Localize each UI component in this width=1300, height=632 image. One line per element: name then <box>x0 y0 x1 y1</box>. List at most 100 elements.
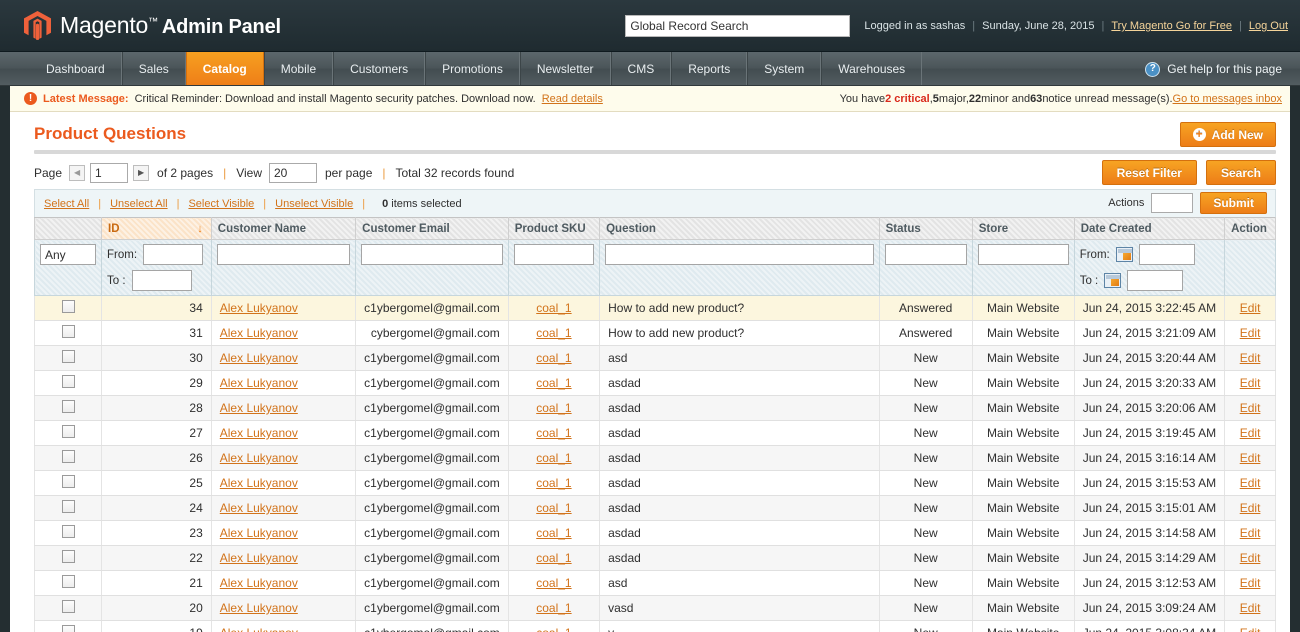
nav-item-reports[interactable]: Reports <box>671 52 748 85</box>
column-header-checkbox[interactable] <box>34 217 102 240</box>
column-header-customer-name[interactable]: Customer Name <box>210 217 357 240</box>
table-row[interactable]: 24 Alex Lukyanov c1ybergomel@gmail.com coal… <box>34 495 1276 521</box>
customer-name-link[interactable]: Alex Lukyanov <box>220 401 298 415</box>
row-checkbox[interactable] <box>61 600 75 613</box>
table-row[interactable]: 21 Alex Lukyanov c1ybergomel@gmail.com coal… <box>34 570 1276 596</box>
table-row[interactable]: 20 Alex Lukyanov c1ybergomel@gmail.com coal… <box>34 595 1276 621</box>
row-checkbox[interactable] <box>61 425 75 438</box>
table-row[interactable]: 30 Alex Lukyanov c1ybergomel@gmail.com coal… <box>34 345 1276 371</box>
product-sku-link[interactable]: coal_1 <box>536 626 571 632</box>
nav-item-dashboard[interactable]: Dashboard <box>30 52 122 85</box>
customer-name-link[interactable]: Alex Lukyanov <box>220 451 298 465</box>
read-details-link[interactable]: Read details <box>542 93 603 105</box>
product-sku-link[interactable]: coal_1 <box>536 401 571 415</box>
customer-name-link[interactable]: Alex Lukyanov <box>220 326 298 340</box>
product-sku-link[interactable]: coal_1 <box>536 451 571 465</box>
filter-status-select[interactable] <box>884 244 967 265</box>
filter-id-from-input[interactable] <box>143 244 204 265</box>
table-row[interactable]: 28 Alex Lukyanov c1ybergomel@gmail.com coal… <box>34 395 1276 421</box>
product-sku-link[interactable]: coal_1 <box>536 376 571 390</box>
edit-link[interactable]: Edit <box>1240 601 1261 615</box>
magento-logo[interactable]: Magento™ Admin Panel <box>24 11 281 40</box>
column-header-status[interactable]: Status <box>878 217 973 240</box>
chevron-right-icon[interactable]: ▶ <box>133 164 150 181</box>
row-checkbox[interactable] <box>61 475 75 488</box>
edit-link[interactable]: Edit <box>1240 451 1261 465</box>
edit-link[interactable]: Edit <box>1240 576 1261 590</box>
row-checkbox[interactable] <box>61 400 75 413</box>
customer-name-link[interactable]: Alex Lukyanov <box>220 301 298 315</box>
row-checkbox[interactable] <box>61 450 75 463</box>
filter-store-select[interactable] <box>977 244 1069 265</box>
customer-name-link[interactable]: Alex Lukyanov <box>220 626 298 632</box>
nav-item-catalog[interactable]: Catalog <box>185 52 264 85</box>
product-sku-link[interactable]: coal_1 <box>536 601 571 615</box>
global-search-input[interactable] <box>625 15 851 37</box>
nav-item-mobile[interactable]: Mobile <box>263 52 334 85</box>
nav-item-customers[interactable]: Customers <box>333 52 426 85</box>
calendar-icon[interactable] <box>1115 247 1133 262</box>
nav-item-sales[interactable]: Sales <box>121 52 186 85</box>
actions-select[interactable] <box>1151 193 1194 213</box>
logout-link[interactable]: Log Out <box>1249 20 1288 32</box>
filter-product-sku-input[interactable] <box>513 244 595 265</box>
nav-item-cms[interactable]: CMS <box>610 52 672 85</box>
filter-customer-email-input[interactable] <box>361 244 503 265</box>
edit-link[interactable]: Edit <box>1240 626 1261 632</box>
product-sku-link[interactable]: coal_1 <box>536 501 571 515</box>
table-row[interactable]: 19 Alex Lukyanov c1ybergomel@gmail.com coal… <box>34 620 1276 632</box>
filter-id-to-input[interactable] <box>131 270 192 291</box>
column-header-question[interactable]: Question <box>599 217 880 240</box>
filter-customer-name-input[interactable] <box>216 244 351 265</box>
column-header-customer-email[interactable]: Customer Email <box>355 217 509 240</box>
customer-name-link[interactable]: Alex Lukyanov <box>220 601 298 615</box>
row-checkbox[interactable] <box>61 550 75 563</box>
table-row[interactable]: 22 Alex Lukyanov c1ybergomel@gmail.com coal… <box>34 545 1276 571</box>
table-row[interactable]: 25 Alex Lukyanov c1ybergomel@gmail.com coal… <box>34 470 1276 496</box>
customer-name-link[interactable]: Alex Lukyanov <box>220 526 298 540</box>
product-sku-link[interactable]: coal_1 <box>536 301 571 315</box>
edit-link[interactable]: Edit <box>1240 551 1261 565</box>
filter-date-to-input[interactable] <box>1127 270 1184 291</box>
table-row[interactable]: 23 Alex Lukyanov c1ybergomel@gmail.com coal… <box>34 520 1276 546</box>
add-new-button[interactable]: + Add New <box>1179 122 1276 147</box>
edit-link[interactable]: Edit <box>1240 351 1261 365</box>
product-sku-link[interactable]: coal_1 <box>536 526 571 540</box>
customer-name-link[interactable]: Alex Lukyanov <box>220 476 298 490</box>
table-row[interactable]: 31 Alex Lukyanov cybergomel@gmail.com coal_… <box>34 320 1276 346</box>
product-sku-link[interactable]: coal_1 <box>536 476 571 490</box>
product-sku-link[interactable]: coal_1 <box>536 551 571 565</box>
customer-name-link[interactable]: Alex Lukyanov <box>220 376 298 390</box>
edit-link[interactable]: Edit <box>1240 526 1261 540</box>
nav-item-warehouses[interactable]: Warehouses <box>821 52 923 85</box>
select-all-link[interactable]: Select All <box>44 198 89 210</box>
per-page-input[interactable] <box>269 162 317 183</box>
row-checkbox[interactable] <box>61 525 75 538</box>
table-row[interactable]: 29 Alex Lukyanov c1ybergomel@gmail.com coal… <box>34 370 1276 396</box>
submit-button[interactable]: Submit <box>1200 192 1267 214</box>
page-number-input[interactable] <box>90 162 129 183</box>
edit-link[interactable]: Edit <box>1240 501 1261 515</box>
row-checkbox[interactable] <box>61 575 75 588</box>
calendar-icon[interactable] <box>1104 273 1122 288</box>
edit-link[interactable]: Edit <box>1240 426 1261 440</box>
edit-link[interactable]: Edit <box>1240 326 1261 340</box>
edit-link[interactable]: Edit <box>1240 376 1261 390</box>
nav-item-newsletter[interactable]: Newsletter <box>519 52 611 85</box>
edit-link[interactable]: Edit <box>1240 301 1261 315</box>
product-sku-link[interactable]: coal_1 <box>536 576 571 590</box>
search-button[interactable]: Search <box>1205 160 1276 185</box>
product-sku-link[interactable]: coal_1 <box>536 426 571 440</box>
column-header-store[interactable]: Store <box>971 217 1075 240</box>
row-checkbox[interactable] <box>61 375 75 388</box>
product-sku-link[interactable]: coal_1 <box>536 326 571 340</box>
row-checkbox[interactable] <box>61 300 75 313</box>
column-header-date-created[interactable]: Date Created <box>1073 217 1226 240</box>
row-checkbox[interactable] <box>61 625 75 632</box>
column-header-id[interactable]: ID ↓ <box>101 217 212 240</box>
customer-name-link[interactable]: Alex Lukyanov <box>220 501 298 515</box>
reset-filter-button[interactable]: Reset Filter <box>1101 160 1197 185</box>
row-checkbox[interactable] <box>61 500 75 513</box>
filter-any-select[interactable] <box>40 244 96 265</box>
edit-link[interactable]: Edit <box>1240 476 1261 490</box>
